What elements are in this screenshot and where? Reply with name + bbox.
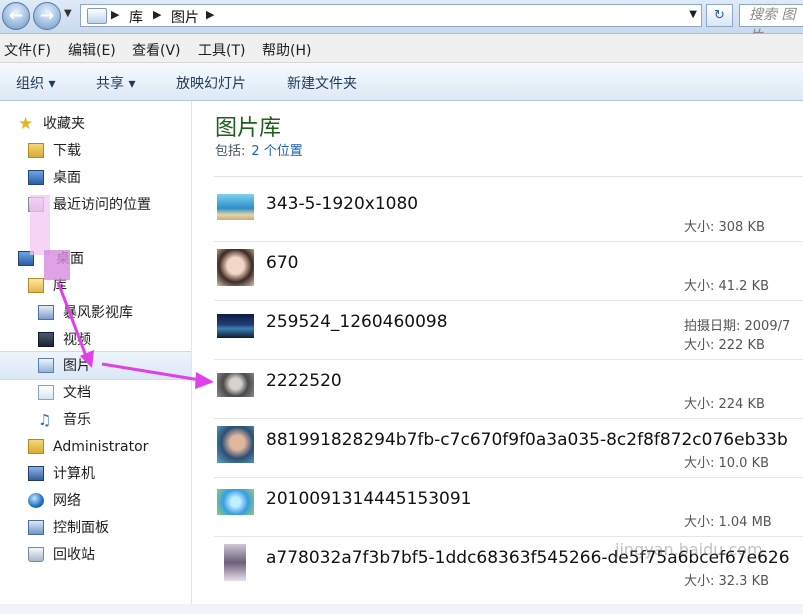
control-panel-icon xyxy=(28,520,44,535)
back-button[interactable]: ← xyxy=(2,2,30,30)
video-library-icon xyxy=(38,305,54,320)
image-thumbnail xyxy=(224,544,246,581)
divider xyxy=(214,176,803,177)
file-size: 大小: 1.04 MB xyxy=(684,515,772,530)
forward-button[interactable]: → xyxy=(33,2,61,30)
file-row[interactable]: 343-5-1920x1080 大小: 308 KB xyxy=(214,182,803,242)
new-folder-button[interactable]: 新建文件夹 xyxy=(287,73,357,93)
file-size: 大小: 224 KB xyxy=(684,397,765,412)
status-strip xyxy=(0,604,803,614)
menu-view[interactable]: 查看(V) xyxy=(132,40,181,60)
organize-button[interactable]: 组织 ▾ xyxy=(16,73,55,93)
search-input[interactable]: 搜索 图片 xyxy=(739,4,803,44)
recycle-bin-icon xyxy=(28,547,44,562)
computer-icon xyxy=(28,466,44,481)
music-icon: ♫ xyxy=(38,411,52,429)
file-size: 大小: 41.2 KB xyxy=(684,279,770,294)
video-icon xyxy=(38,332,54,347)
file-name: 343-5-1920x1080 xyxy=(266,194,419,214)
star-icon: ★ xyxy=(18,114,34,134)
chevron-right-icon[interactable]: ▶ xyxy=(153,8,161,21)
file-size: 大小: 10.0 KB xyxy=(684,456,770,471)
file-row[interactable]: 881991828294b7fb-c7c670f9f0a3a035-8c2f8f… xyxy=(214,418,803,478)
user-folder-icon xyxy=(28,439,44,454)
content-pane: 图片库 包括: 2 个位置 343-5-1920x1080 大小: 308 KB … xyxy=(192,101,803,614)
file-row[interactable]: 2010091314445153091 大小: 1.04 MB xyxy=(214,477,803,537)
breadcrumb[interactable]: ▶ 库 ▶ 图片 ▶ ▼ xyxy=(80,4,702,27)
watermark: jingyan.baidu.com xyxy=(615,540,763,559)
desktop-icon xyxy=(18,251,34,266)
library-icon xyxy=(87,8,107,24)
file-name: 881991828294b7fb-c7c670f9f0a3a035-8c2f8f… xyxy=(266,430,788,450)
image-thumbnail xyxy=(217,314,254,338)
navigation-pane: ★ 收藏夹 下载 桌面 最近访问的位置 桌面 库 暴风影视库 视频 图片 文档 … xyxy=(0,101,192,614)
desktop-icon xyxy=(28,170,44,185)
file-name: 670 xyxy=(266,253,299,273)
breadcrumb-pictures[interactable]: 图片 xyxy=(171,7,199,27)
documents-icon xyxy=(38,385,54,400)
includes-locations-link[interactable]: 2 个位置 xyxy=(251,144,302,159)
breadcrumb-libraries[interactable]: 库 xyxy=(129,7,143,27)
command-bar: 组织 ▾ 共享 ▾ 放映幻灯片 新建文件夹 xyxy=(0,63,803,101)
menu-edit[interactable]: 编辑(E) xyxy=(68,40,116,60)
file-date-taken: 拍摄日期: 2009/7 xyxy=(684,319,791,334)
file-name: 2010091314445153091 xyxy=(266,489,472,509)
image-thumbnail xyxy=(217,249,254,286)
file-name: 2222520 xyxy=(266,371,342,391)
address-dropdown-icon[interactable]: ▼ xyxy=(689,9,697,20)
image-thumbnail xyxy=(217,194,254,220)
downloads-folder-icon xyxy=(28,143,44,158)
menu-bar: 文件(F) 编辑(E) 查看(V) 工具(T) 帮助(H) xyxy=(0,34,803,63)
image-thumbnail xyxy=(217,489,254,515)
library-title: 图片库 xyxy=(215,116,282,141)
refresh-button[interactable]: ↻ xyxy=(706,4,733,27)
image-thumbnail xyxy=(217,426,254,463)
file-name: 259524_1260460098 xyxy=(266,312,448,332)
recent-places-icon xyxy=(28,197,44,212)
file-size: 大小: 308 KB xyxy=(684,220,765,235)
file-row[interactable]: 2222520 大小: 224 KB xyxy=(214,359,803,419)
nav-selection-highlight xyxy=(0,351,191,380)
slideshow-button[interactable]: 放映幻灯片 xyxy=(176,73,246,93)
file-size: 大小: 32.3 KB xyxy=(684,574,770,589)
pictures-icon xyxy=(38,358,54,373)
includes-label: 包括: xyxy=(215,144,246,159)
network-globe-icon xyxy=(28,493,44,508)
address-bar: ← → ▼ ▶ 库 ▶ 图片 ▶ ▼ ↻ 搜索 图片 xyxy=(0,0,803,44)
library-includes: 包括: 2 个位置 xyxy=(215,140,303,159)
chevron-right-icon[interactable]: ▶ xyxy=(206,8,214,21)
image-thumbnail xyxy=(217,373,254,397)
recent-pages-dropdown[interactable]: ▼ xyxy=(64,8,72,19)
file-row[interactable]: 670 大小: 41.2 KB xyxy=(214,241,803,301)
libraries-icon xyxy=(28,278,44,293)
file-size: 大小: 222 KB xyxy=(684,338,765,353)
chevron-right-icon[interactable]: ▶ xyxy=(111,8,119,21)
share-button[interactable]: 共享 ▾ xyxy=(96,73,135,93)
file-row[interactable]: 259524_1260460098 拍摄日期: 2009/7 大小: 222 K… xyxy=(214,300,803,360)
menu-tools[interactable]: 工具(T) xyxy=(198,40,245,60)
menu-file[interactable]: 文件(F) xyxy=(4,40,51,60)
menu-help[interactable]: 帮助(H) xyxy=(262,40,311,60)
